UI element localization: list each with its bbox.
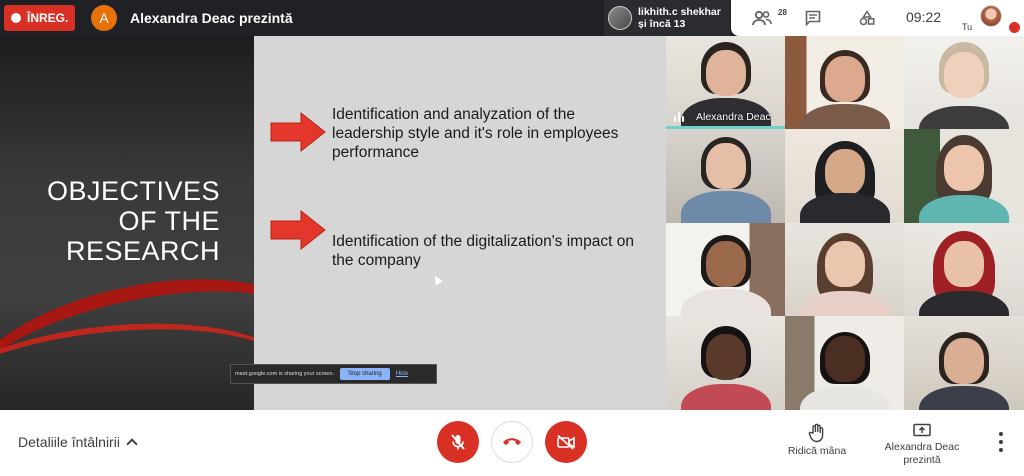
chat-button[interactable] — [798, 0, 828, 36]
people-icon — [752, 10, 772, 26]
raise-hand-label: Ridică mâna — [787, 445, 847, 457]
raise-hand-button[interactable]: Ridică mâna — [787, 423, 847, 457]
hang-up-icon — [503, 438, 521, 445]
hand-icon — [808, 423, 824, 443]
present-screen-icon — [913, 423, 931, 437]
participant-tile[interactable] — [904, 316, 1024, 410]
camera-toggle-button[interactable] — [545, 421, 587, 463]
participant-tile[interactable] — [785, 316, 904, 410]
attendee-chip[interactable]: likhith.c shekhar și încă 13 — [604, 0, 730, 36]
meeting-details-label: Detaliile întâlnirii — [18, 434, 120, 450]
self-muted-icon — [1009, 22, 1020, 33]
participant-tile-active[interactable]: Alexandra Deac — [666, 36, 785, 129]
participant-tile[interactable] — [666, 316, 785, 410]
chevron-up-icon — [126, 438, 138, 450]
meeting-details-button[interactable]: Detaliile întâlnirii — [18, 434, 138, 450]
participant-name: Alexandra Deac — [696, 111, 771, 123]
participant-tile[interactable] — [785, 223, 904, 316]
participant-tile[interactable] — [666, 223, 785, 316]
stop-sharing-button[interactable]: Stop sharing — [340, 368, 390, 380]
self-label: Tu — [962, 22, 973, 32]
mic-off-icon — [451, 434, 465, 450]
people-count: 28 — [778, 8, 787, 17]
objective-1: Identification and analyzation of the le… — [332, 106, 619, 161]
attendee-avatar — [608, 6, 632, 30]
meet-window: ÎNREG. A Alexandra Deac prezintă likhith… — [0, 0, 1024, 476]
people-button[interactable]: 28 — [746, 0, 787, 36]
participant-tile[interactable] — [904, 223, 1024, 316]
presenting-button[interactable]: Alexandra Deac prezintă — [872, 423, 972, 467]
hide-link[interactable]: Hide — [396, 371, 408, 377]
shared-screen: OBJECTIVES OF THE RESEARCH Identificatio… — [0, 36, 666, 410]
participant-tile[interactable] — [785, 36, 904, 129]
more-vertical-icon — [999, 432, 1003, 436]
participant-grid: Alexandra Deac — [666, 36, 1024, 410]
slide-title: OBJECTIVES OF THE RESEARCH — [46, 176, 220, 266]
participant-tile[interactable] — [666, 129, 785, 223]
record-dot-icon — [11, 13, 21, 23]
clock: 09:22 — [906, 9, 942, 25]
participant-tile[interactable] — [904, 129, 1024, 223]
red-arrow-icon — [270, 112, 326, 152]
screen-share-notice: meet.google.com is sharing your screen. … — [230, 364, 437, 384]
share-notice-text: meet.google.com is sharing your screen. — [235, 371, 335, 377]
top-bar: ÎNREG. A Alexandra Deac prezintă likhith… — [0, 0, 1024, 36]
participant-tile[interactable] — [785, 129, 904, 223]
presenter-title: Alexandra Deac prezintă — [130, 10, 293, 26]
attendee-more: și încă 13 — [638, 18, 686, 30]
self-avatar[interactable] — [980, 5, 1002, 27]
attendee-name: likhith.c shekhar — [638, 6, 721, 18]
participant-tile[interactable] — [904, 36, 1024, 129]
presenting-label: Alexandra Deac prezintă — [884, 441, 960, 466]
leave-call-button[interactable] — [491, 421, 533, 463]
slide-content: Identification and analyzation of the le… — [254, 36, 666, 410]
recording-label: ÎNREG. — [27, 11, 69, 25]
slide-title-panel: OBJECTIVES OF THE RESEARCH — [0, 36, 254, 410]
microphone-toggle-button[interactable] — [437, 421, 479, 463]
bottom-bar: Detaliile întâlnirii Ridică mâna Alexand… — [0, 410, 1024, 476]
camera-off-icon — [557, 434, 575, 450]
shapes-icon — [859, 10, 875, 26]
red-arrow-icon — [270, 210, 326, 250]
speaking-indicator-icon — [674, 112, 684, 122]
more-options-button[interactable] — [994, 432, 1008, 452]
objective-2: Identification of the digitalization's i… — [332, 233, 634, 269]
activities-button[interactable] — [852, 0, 882, 36]
chat-icon — [805, 10, 821, 26]
recording-badge[interactable]: ÎNREG. — [4, 5, 75, 31]
presenter-avatar: A — [91, 5, 117, 31]
